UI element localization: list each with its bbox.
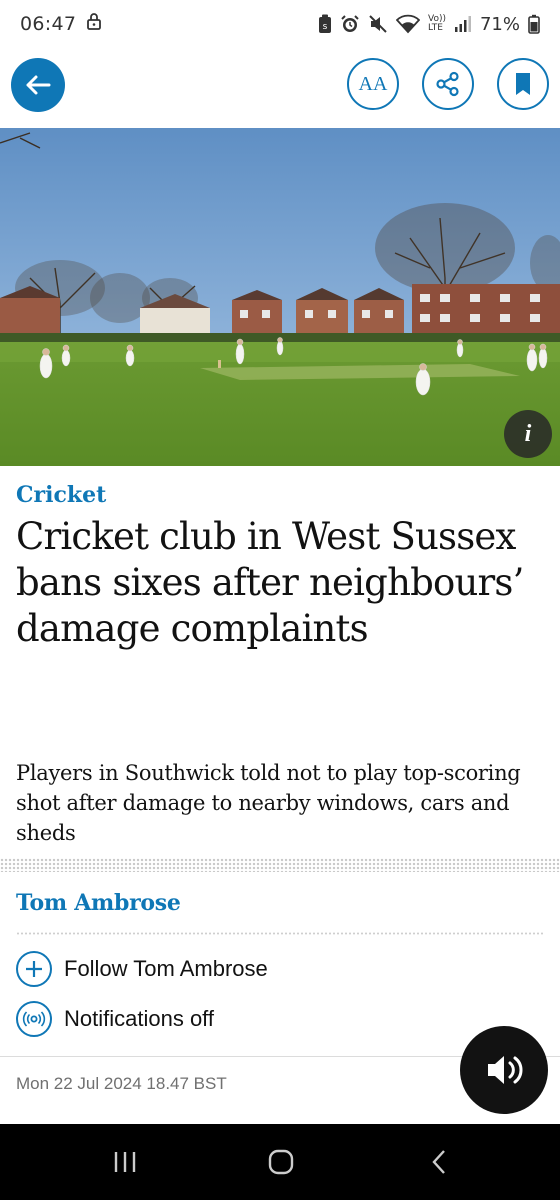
bookmark-icon (516, 73, 530, 95)
alarm-icon (340, 14, 360, 34)
share-button[interactable] (422, 58, 474, 110)
svg-text:s: s (323, 22, 328, 32)
recent-apps-button[interactable] (95, 1144, 155, 1180)
follow-label: Follow Tom Ambrose (64, 956, 268, 981)
battery-saver-icon: s (318, 14, 332, 34)
dotted-divider (0, 858, 560, 872)
broadcast-icon (16, 1001, 52, 1037)
lock-icon (86, 12, 102, 36)
signal-icon (454, 15, 472, 33)
text-size-label: AA (358, 72, 388, 95)
article-headline: Cricket club in West Sussex bans sixes a… (16, 515, 524, 650)
status-icons: s Vo)) LTE 71% (318, 14, 540, 35)
bookmark-button[interactable] (497, 58, 549, 110)
image-info-button[interactable]: i (504, 410, 552, 458)
follow-author-button[interactable]: Follow Tom Ambrose (16, 951, 268, 987)
back-button[interactable] (11, 58, 65, 112)
home-icon (268, 1149, 294, 1175)
article-standfirst: Players in Southwick told not to play to… (16, 761, 521, 845)
recent-apps-icon (114, 1152, 136, 1172)
speaker-icon (488, 1056, 523, 1084)
article-toolbar: AA (0, 56, 560, 116)
battery-icon (528, 14, 540, 34)
info-icon: i (524, 420, 532, 447)
battery-percent: 71% (479, 13, 520, 35)
share-icon (436, 71, 459, 97)
author-byline[interactable]: Tom Ambrose (16, 890, 181, 916)
status-time: 06:47 (20, 13, 77, 35)
section-kicker[interactable]: Cricket (16, 482, 106, 508)
publish-date: Mon 22 Jul 2024 18.47 BST (16, 1074, 227, 1093)
mute-icon (368, 14, 388, 34)
notifications-toggle[interactable]: Notifications off (16, 1001, 214, 1037)
system-nav-bar (0, 1124, 560, 1200)
volte-icon: Vo)) LTE (428, 15, 446, 33)
byline-divider (16, 932, 544, 935)
text-size-button[interactable]: AA (347, 58, 399, 110)
notifications-label: Notifications off (64, 1006, 215, 1031)
lte-label: LTE (427, 23, 443, 33)
cricket-photo (0, 128, 560, 466)
listen-audio-button[interactable] (460, 1026, 548, 1114)
status-bar: 06:47 s Vo)) LTE 71% (0, 0, 560, 48)
hero-image: i (0, 128, 560, 466)
arrow-left-icon (26, 75, 51, 95)
wifi-icon (395, 14, 420, 34)
home-button[interactable] (251, 1144, 311, 1180)
plus-icon (16, 951, 52, 987)
chevron-left-icon (432, 1150, 445, 1174)
system-back-button[interactable] (409, 1144, 469, 1180)
